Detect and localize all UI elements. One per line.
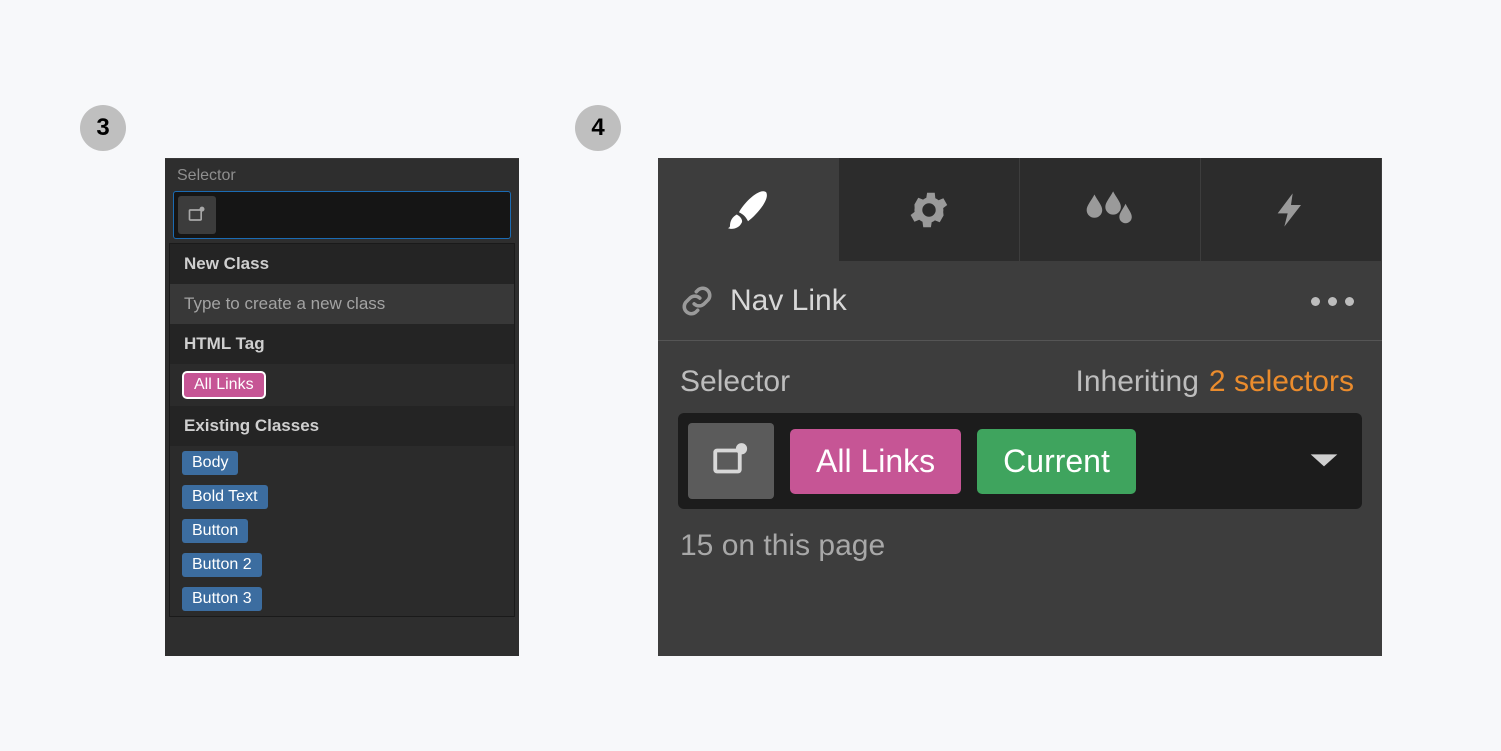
tab-interactions[interactable] (1201, 158, 1382, 262)
states-icon (187, 205, 207, 225)
states-icon (710, 440, 752, 482)
selector-label: Selector (680, 365, 790, 399)
selector-page-count: 15 on this page (658, 509, 1382, 563)
lightning-icon (1271, 186, 1311, 234)
existing-class-row[interactable]: Bold Text (170, 480, 514, 514)
class-tag-button-2[interactable]: Button 2 (182, 553, 262, 577)
state-dropdown-button[interactable] (1308, 451, 1340, 471)
tab-style[interactable] (658, 158, 839, 262)
dot-icon (1328, 297, 1337, 306)
class-tag-button-3[interactable]: Button 3 (182, 587, 262, 611)
new-class-hint[interactable]: Type to create a new class (170, 284, 514, 324)
dot-icon (1345, 297, 1354, 306)
style-panel: Nav Link Selector Inheriting 2 selectors… (658, 158, 1382, 656)
brush-icon (721, 183, 775, 237)
inheriting-label[interactable]: Inheriting (1076, 365, 1199, 399)
step-badge-3: 3 (80, 105, 126, 151)
group-title-existing-classes: Existing Classes (170, 406, 514, 446)
class-tag-body[interactable]: Body (182, 451, 238, 475)
element-name: Nav Link (730, 284, 1295, 318)
inheriting-count[interactable]: 2 selectors (1209, 365, 1354, 399)
tab-settings[interactable] (839, 158, 1020, 262)
link-icon (680, 284, 714, 318)
existing-class-row[interactable]: Button 3 (170, 582, 514, 616)
existing-class-row[interactable]: Button 2 (170, 548, 514, 582)
class-tag-bold-text[interactable]: Bold Text (182, 485, 268, 509)
selector-heading-row: Selector Inheriting 2 selectors (658, 341, 1382, 413)
selector-field[interactable]: All Links Current (678, 413, 1362, 509)
chevron-down-icon (1308, 451, 1340, 471)
selector-tag-all-links[interactable]: All Links (790, 429, 961, 494)
panel-tabs (658, 158, 1382, 262)
states-button[interactable] (688, 423, 774, 499)
dot-icon (1311, 297, 1320, 306)
group-title-new-class: New Class (170, 244, 514, 284)
html-tag-row[interactable]: All Links (170, 364, 514, 406)
tab-effects[interactable] (1020, 158, 1201, 262)
selector-tag-current[interactable]: Current (977, 429, 1136, 494)
selector-dropdown-panel: Selector New Class Type to create a new … (165, 158, 519, 656)
selector-label: Selector (165, 159, 519, 191)
gear-icon (906, 187, 952, 233)
existing-class-row[interactable]: Body (170, 446, 514, 480)
element-header: Nav Link (658, 262, 1382, 341)
selector-input[interactable] (173, 191, 511, 239)
step-badge-4: 4 (575, 105, 621, 151)
droplets-icon (1082, 189, 1138, 231)
more-button[interactable] (1311, 297, 1354, 306)
class-tag-button[interactable]: Button (182, 519, 248, 543)
group-title-html-tag: HTML Tag (170, 324, 514, 364)
tag-all-links[interactable]: All Links (182, 371, 266, 399)
states-button[interactable] (178, 196, 216, 234)
selector-dropdown: New Class Type to create a new class HTM… (169, 243, 515, 617)
existing-class-row[interactable]: Button (170, 514, 514, 548)
